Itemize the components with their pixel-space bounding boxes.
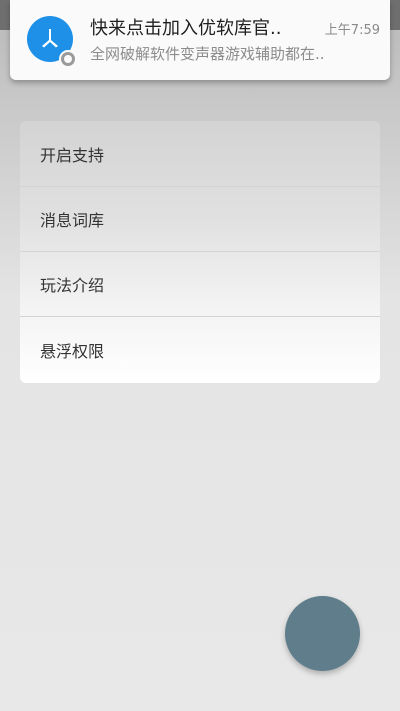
notification-title: 快来点击加入优软库官..	[90, 18, 282, 39]
menu-item-float-permission[interactable]: 悬浮权限	[20, 317, 380, 382]
notification-badge-icon	[59, 50, 77, 68]
notification-time: 上午7:59	[324, 23, 380, 38]
menu-item-gameplay-intro[interactable]: 玩法介绍	[20, 252, 380, 317]
floating-action-button[interactable]	[285, 596, 360, 671]
menu-item-message-lexicon[interactable]: 消息词库	[20, 187, 380, 252]
notification-body: 全网破解软件变声器游戏辅助都在..	[90, 45, 325, 63]
notification-card[interactable]: 快来点击加入优软库官.. 上午7:59 全网破解软件变声器游戏辅助都在..	[10, 0, 390, 80]
menu-item-enable-support[interactable]: 开启支持	[20, 121, 380, 187]
app-screen: 快来点击加入优软库官.. 上午7:59 全网破解软件变声器游戏辅助都在.. 开启…	[0, 0, 400, 711]
menu-card: 开启支持 消息词库 玩法介绍 悬浮权限	[20, 121, 380, 383]
